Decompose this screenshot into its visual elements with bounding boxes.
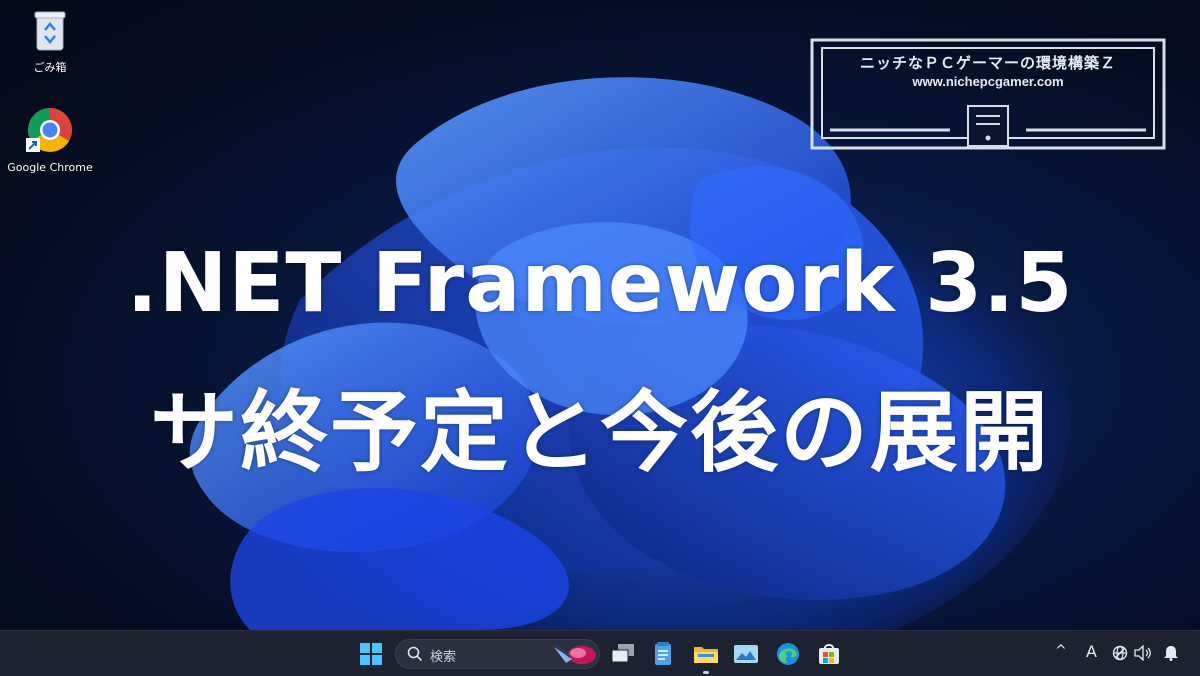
desktop-icon-google-chrome[interactable]: Google Chrome	[5, 106, 95, 174]
search-highlight-icon	[554, 644, 596, 664]
taskbar-edge[interactable]	[771, 637, 805, 671]
desktop: ごみ箱 Google Chrome ニッチなＰＣゲーマーの環境構築Ｚ www.n…	[0, 0, 1200, 630]
taskbar-file-explorer[interactable]	[689, 637, 723, 671]
headline-subtitle: サ終予定と今後の展開	[149, 381, 1050, 484]
taskbar-notepad[interactable]	[646, 637, 680, 671]
start-button[interactable]	[354, 637, 388, 671]
headline-title: .NET Framework 3.5	[126, 236, 1074, 331]
file-explorer-icon	[694, 647, 718, 663]
logo-url: www.nichepcgamer.com	[912, 74, 1064, 89]
store-icon	[819, 644, 839, 664]
taskbar-search[interactable]: 検索	[395, 639, 600, 669]
start-icon	[360, 643, 382, 665]
ime-indicator[interactable]: A	[1086, 642, 1097, 661]
volume-icon[interactable]	[1134, 644, 1152, 665]
logo-title: ニッチなＰＣゲーマーの環境構築Ｚ	[859, 54, 1116, 72]
taskbar-store[interactable]	[812, 637, 846, 671]
tray-overflow-chevron[interactable]: ^	[1055, 643, 1067, 659]
task-view-button[interactable]	[606, 637, 640, 671]
search-placeholder: 検索	[430, 650, 457, 665]
desktop-icon-recycle-bin[interactable]: ごみ箱	[5, 8, 95, 75]
photos-icon	[734, 645, 758, 663]
desktop-icon-label: Google Chrome	[7, 161, 93, 174]
active-app-indicator	[703, 671, 709, 674]
desktop-icon-label: ごみ箱	[33, 61, 67, 74]
task-view-icon	[612, 644, 634, 663]
notification-bell-icon[interactable]	[1164, 645, 1178, 665]
edge-icon	[777, 643, 799, 665]
search-icon	[407, 646, 423, 662]
recycle-bin-icon	[34, 11, 66, 51]
site-logo: ニッチなＰＣゲーマーの環境構築Ｚ www.nichepcgamer.com	[810, 38, 1166, 150]
chrome-icon	[26, 108, 72, 152]
network-icon[interactable]	[1112, 645, 1128, 665]
notepad-icon	[655, 642, 671, 665]
taskbar: 検索 ^ A	[0, 630, 1200, 676]
taskbar-photos[interactable]	[729, 637, 763, 671]
